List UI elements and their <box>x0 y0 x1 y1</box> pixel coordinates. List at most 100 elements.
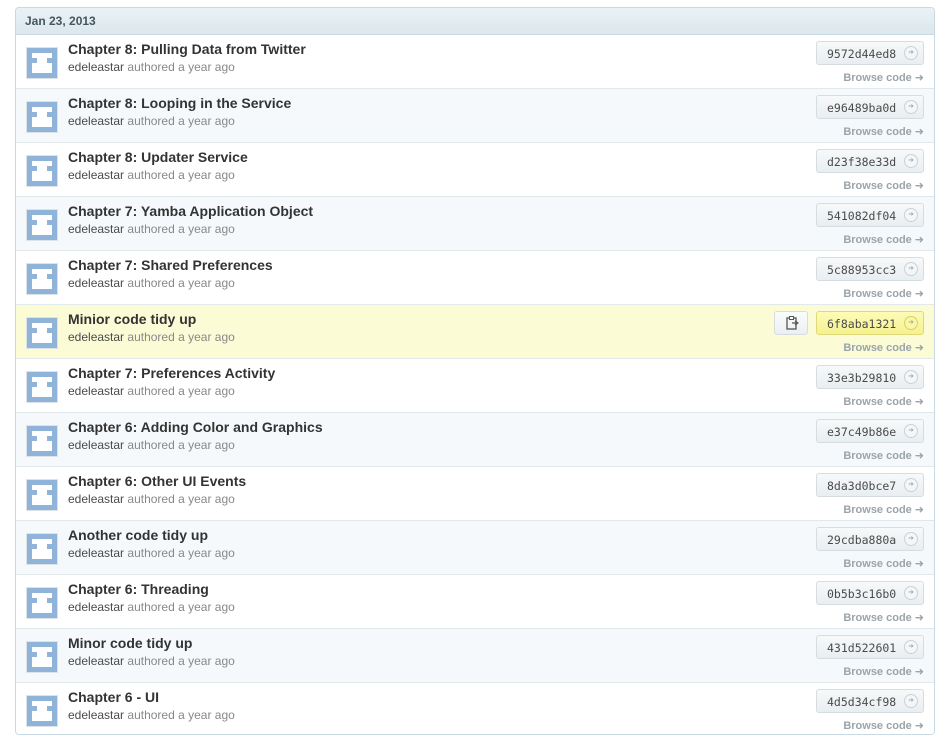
commit-title[interactable]: Chapter 7: Yamba Application Object <box>68 203 313 219</box>
browse-code-link[interactable]: Browse code ➜ <box>843 719 924 732</box>
commit-time: a year ago <box>178 600 235 614</box>
avatar[interactable] <box>26 695 58 727</box>
commit-title[interactable]: Chapter 6 - UI <box>68 689 159 705</box>
commit-sha-button[interactable]: e96489ba0d ➜ <box>816 95 924 119</box>
commit-author[interactable]: edeleastar <box>68 600 124 614</box>
commit-sha-button[interactable]: 541082df04 ➜ <box>816 203 924 227</box>
authored-label: authored <box>127 546 175 560</box>
commit-row: Chapter 6 - UI edeleastar authored a year… <box>16 683 934 734</box>
browse-code-link[interactable]: Browse code ➜ <box>843 179 924 192</box>
commit-sha-button[interactable]: 0b5b3c16b0 ➜ <box>816 581 924 605</box>
commit-title[interactable]: Chapter 6: Threading <box>68 581 209 597</box>
commit-author[interactable]: edeleastar <box>68 384 124 398</box>
browse-code-label: Browse code <box>843 288 912 300</box>
commit-meta: edeleastar authored a year ago <box>68 438 235 452</box>
commit-time: a year ago <box>178 384 235 398</box>
browse-code-label: Browse code <box>843 666 912 678</box>
commit-title[interactable]: Chapter 6: Adding Color and Graphics <box>68 419 323 435</box>
commit-title[interactable]: Minior code tidy up <box>68 311 196 327</box>
commit-author[interactable]: edeleastar <box>68 330 124 344</box>
commit-sha-button[interactable]: 6f8aba1321 ➜ <box>816 311 924 335</box>
arrow-right-icon: ➜ <box>904 208 918 222</box>
browse-code-link[interactable]: Browse code ➜ <box>843 125 924 138</box>
browse-code-link[interactable]: Browse code ➜ <box>843 287 924 300</box>
browse-code-label: Browse code <box>843 396 912 408</box>
commit-time: a year ago <box>178 708 235 722</box>
arrow-right-icon: ➜ <box>904 694 918 708</box>
browse-code-link[interactable]: Browse code ➜ <box>843 71 924 84</box>
arrow-right-icon: ➜ <box>904 532 918 546</box>
authored-label: authored <box>127 600 175 614</box>
commit-title[interactable]: Chapter 8: Updater Service <box>68 149 248 165</box>
commit-title[interactable]: Chapter 8: Pulling Data from Twitter <box>68 41 306 57</box>
browse-code-link[interactable]: Browse code ➜ <box>843 395 924 408</box>
arrow-right-icon: ➜ <box>914 666 924 678</box>
commit-author[interactable]: edeleastar <box>68 60 124 74</box>
avatar[interactable] <box>26 101 58 133</box>
browse-code-link[interactable]: Browse code ➜ <box>843 341 924 354</box>
copy-sha-button[interactable] <box>774 311 808 335</box>
commit-author[interactable]: edeleastar <box>68 492 124 506</box>
avatar[interactable] <box>26 371 58 403</box>
commit-title[interactable]: Minor code tidy up <box>68 635 192 651</box>
avatar[interactable] <box>26 209 58 241</box>
commit-title[interactable]: Chapter 7: Preferences Activity <box>68 365 275 381</box>
commit-sha-button[interactable]: 33e3b29810 ➜ <box>816 365 924 389</box>
commit-author[interactable]: edeleastar <box>68 276 124 290</box>
commit-row: Chapter 7: Preferences Activity edeleasta… <box>16 359 934 413</box>
commit-row: Chapter 7: Yamba Application Object edele… <box>16 197 934 251</box>
commit-meta: edeleastar authored a year ago <box>68 60 235 74</box>
commit-sha: 0b5b3c16b0 <box>827 587 897 601</box>
commit-row: Chapter 8: Updater Service edeleastar aut… <box>16 143 934 197</box>
browse-code-label: Browse code <box>843 342 912 354</box>
commit-author[interactable]: edeleastar <box>68 222 124 236</box>
authored-label: authored <box>127 168 175 182</box>
commit-sha-button[interactable]: e37c49b86e ➜ <box>816 419 924 443</box>
commit-author[interactable]: edeleastar <box>68 168 124 182</box>
browse-code-link[interactable]: Browse code ➜ <box>843 449 924 462</box>
commit-author[interactable]: edeleastar <box>68 654 124 668</box>
commit-title[interactable]: Chapter 6: Other UI Events <box>68 473 246 489</box>
commit-sha-button[interactable]: d23f38e33d ➜ <box>816 149 924 173</box>
commit-sha-button[interactable]: 9572d44ed8 ➜ <box>816 41 924 65</box>
browse-code-link[interactable]: Browse code ➜ <box>843 665 924 678</box>
arrow-right-icon: ➜ <box>914 288 924 300</box>
commit-author[interactable]: edeleastar <box>68 546 124 560</box>
commit-row: Chapter 6: Threading edeleastar authored … <box>16 575 934 629</box>
authored-label: authored <box>127 330 175 344</box>
commit-author[interactable]: edeleastar <box>68 114 124 128</box>
arrow-right-icon: ➜ <box>914 558 924 570</box>
browse-code-link[interactable]: Browse code ➜ <box>843 557 924 570</box>
commit-time: a year ago <box>178 654 235 668</box>
avatar[interactable] <box>26 587 58 619</box>
commit-sha: 6f8aba1321 <box>827 317 897 331</box>
commit-sha: 431d522601 <box>827 641 897 655</box>
arrow-right-icon: ➜ <box>904 46 918 60</box>
avatar[interactable] <box>26 263 58 295</box>
commit-author[interactable]: edeleastar <box>68 438 124 452</box>
avatar[interactable] <box>26 641 58 673</box>
commit-title[interactable]: Chapter 7: Shared Preferences <box>68 257 273 273</box>
commit-sha-button[interactable]: 4d5d34cf98 ➜ <box>816 689 924 713</box>
commit-sha-button[interactable]: 29cdba880a ➜ <box>816 527 924 551</box>
avatar[interactable] <box>26 533 58 565</box>
commit-sha-button[interactable]: 431d522601 ➜ <box>816 635 924 659</box>
commit-sha-button[interactable]: 8da3d0bce7 ➜ <box>816 473 924 497</box>
commit-row: Another code tidy up edeleastar authored … <box>16 521 934 575</box>
commit-sha: 33e3b29810 <box>827 371 897 385</box>
avatar[interactable] <box>26 155 58 187</box>
commit-sha: e96489ba0d <box>827 101 897 115</box>
avatar[interactable] <box>26 479 58 511</box>
avatar[interactable] <box>26 425 58 457</box>
avatar[interactable] <box>26 47 58 79</box>
commit-title[interactable]: Chapter 8: Looping in the Service <box>68 95 291 111</box>
arrow-right-icon: ➜ <box>904 640 918 654</box>
browse-code-link[interactable]: Browse code ➜ <box>843 503 924 516</box>
commit-sha-button[interactable]: 5c88953cc3 ➜ <box>816 257 924 281</box>
avatar[interactable] <box>26 317 58 349</box>
browse-code-link[interactable]: Browse code ➜ <box>843 233 924 246</box>
browse-code-link[interactable]: Browse code ➜ <box>843 611 924 624</box>
commit-title[interactable]: Another code tidy up <box>68 527 208 543</box>
commit-author[interactable]: edeleastar <box>68 708 124 722</box>
commit-list: Chapter 8: Pulling Data from Twitter edel… <box>16 35 934 734</box>
